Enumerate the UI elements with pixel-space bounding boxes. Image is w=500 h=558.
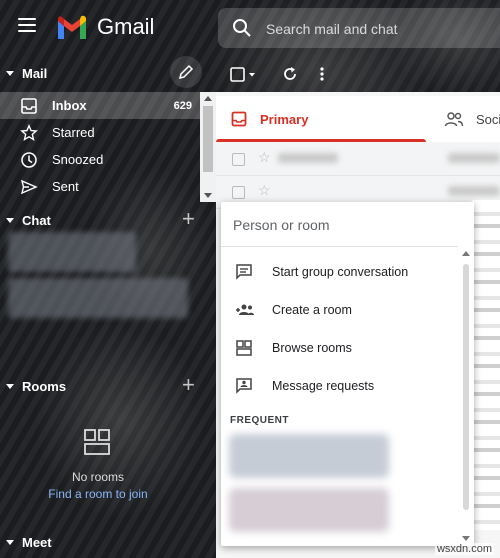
group-add-icon [236,304,254,315]
tab-social[interactable]: Soci [426,96,500,142]
person-or-room-input[interactable] [231,216,455,234]
add-chat-icon[interactable]: + [182,206,195,232]
unread-count: 629 [173,99,192,112]
sidebar-item-starred[interactable]: Starred [0,119,200,146]
active-tab-indicator [216,139,426,142]
create-room-item[interactable]: Create a room [221,292,458,328]
gmail-logo-icon[interactable] [56,15,88,39]
pencil-icon [178,64,194,80]
collapse-caret-icon [6,384,14,389]
subject-blurred [448,186,500,196]
mail-section-header[interactable]: Mail [6,66,47,81]
tab-primary[interactable]: Primary [216,96,426,142]
sidebar-item-label: Inbox [52,98,87,113]
message-requests-item[interactable]: Message requests [221,368,458,404]
rooms-empty-text: No rooms [71,470,124,484]
rooms-section-header[interactable]: Rooms [6,379,66,394]
sidebar-scrollbar[interactable] [200,92,216,202]
grid-icon [236,340,252,356]
search-input[interactable] [264,17,500,41]
find-room-link[interactable]: Find a room to join [0,487,196,501]
frequent-heading: FREQUENT [230,415,289,426]
inbox-icon [21,98,37,114]
star-icon [20,124,38,141]
scroll-thumb[interactable] [463,264,469,510]
select-all-checkbox[interactable] [230,67,258,83]
chat-bubble-icon [236,264,252,280]
chat-section-title: Chat [22,213,51,228]
clock-icon [21,152,37,168]
rooms-grid-icon [84,429,110,455]
rooms-section-title: Rooms [22,379,67,394]
subject-blurred [448,153,500,163]
send-icon [20,179,38,195]
scroll-thumb[interactable] [203,106,213,172]
main-menu-button[interactable] [18,17,38,33]
frequent-contact-blurred[interactable] [229,434,389,478]
mail-section-title: Mail [22,66,48,81]
chat-contact-blurred[interactable] [8,278,188,318]
compose-button[interactable] [170,56,202,88]
app-name: Gmail [97,14,155,39]
inbox-icon [231,111,247,127]
scroll-down-icon[interactable] [462,536,470,541]
new-chat-dropdown: Start group conversation Create a room B… [221,202,474,546]
sender-blurred [278,153,338,163]
add-room-icon[interactable]: + [182,372,195,398]
browse-rooms-item[interactable]: Browse rooms [221,330,458,366]
search-bar[interactable] [218,8,500,48]
menu-item-label: Create a room [272,303,352,317]
scroll-up-icon[interactable] [462,251,470,256]
sidebar-item-inbox[interactable]: Inbox 629 [0,92,200,119]
star-icon[interactable]: ☆ [258,182,271,199]
more-options-icon[interactable] [318,66,326,82]
meet-section-title: Meet [22,535,52,550]
people-icon [444,112,464,127]
scroll-up-icon[interactable] [204,96,212,101]
frequent-contact-blurred[interactable] [229,488,389,532]
sidebar-item-label: Starred [52,125,95,140]
star-icon[interactable]: ☆ [258,149,271,166]
row-checkbox[interactable] [232,153,245,166]
refresh-icon[interactable] [282,66,298,82]
tab-label: Soci [476,112,500,127]
divider [221,246,458,247]
message-list-blurred [472,200,500,530]
sidebar-item-label: Snoozed [52,152,104,167]
tab-label: Primary [260,112,309,127]
table-row[interactable]: ☆ [216,143,500,176]
sidebar-item-snoozed[interactable]: Snoozed [0,146,200,173]
chat-section-header[interactable]: Chat [6,213,51,228]
menu-item-label: Message requests [272,379,375,393]
scroll-down-icon[interactable] [204,193,212,198]
sidebar-item-label: Sent [52,179,79,194]
row-checkbox[interactable] [232,186,245,199]
menu-item-label: Start group conversation [272,265,409,279]
dropdown-scrollbar[interactable] [458,246,474,546]
sidebar-item-sent[interactable]: Sent [0,173,200,200]
collapse-caret-icon [6,71,14,76]
menu-item-label: Browse rooms [272,341,352,355]
watermark: wsxdn.com [434,543,494,555]
person-message-icon [236,378,252,394]
collapse-caret-icon [6,218,14,223]
chat-contact-blurred[interactable] [8,232,136,272]
search-icon[interactable] [232,18,252,38]
meet-section-header[interactable]: Meet [6,535,52,550]
start-group-conversation-item[interactable]: Start group conversation [221,254,458,290]
collapse-caret-icon [6,540,14,545]
